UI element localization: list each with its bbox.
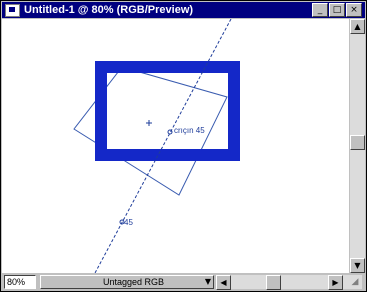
guide-anchor-point[interactable] xyxy=(167,129,173,135)
vertical-scroll-thumb[interactable] xyxy=(350,135,365,150)
scroll-up-button[interactable]: ▲ xyxy=(350,19,365,34)
vertical-scrollbar[interactable]: ▲ ▼ xyxy=(350,19,365,273)
close-button[interactable]: × xyxy=(346,3,362,17)
canvas-artwork: crıçın 45 45 xyxy=(73,19,240,273)
document-icon[interactable] xyxy=(5,3,20,17)
guide-label-bottom: 45 xyxy=(124,218,133,227)
scroll-right-button[interactable]: ▶ xyxy=(328,275,343,290)
minimize-button[interactable]: _ xyxy=(312,3,328,17)
scroll-left-button[interactable]: ◀ xyxy=(216,275,231,290)
guide-label: crıçın 45 xyxy=(174,126,205,135)
title-bar[interactable]: Untitled-1 @ 80% (RGB/Preview) _ □ × xyxy=(2,2,365,18)
window-controls: _ □ × xyxy=(312,3,362,17)
status-bar: 80% Untagged RGB ▼ ◀ ▶ ◢ xyxy=(2,274,365,290)
diagonal-guide-line[interactable] xyxy=(94,19,232,273)
horizontal-scrollbar[interactable]: ◀ ▶ ◢ xyxy=(216,275,362,290)
document-window: Untitled-1 @ 80% (RGB/Preview) _ □ × crı… xyxy=(0,0,367,292)
zoom-level-field[interactable]: 80% xyxy=(4,275,36,289)
horizontal-scroll-thumb[interactable] xyxy=(266,275,281,290)
resize-grip-icon[interactable]: ◢ xyxy=(348,275,362,289)
maximize-button[interactable]: □ xyxy=(329,3,345,17)
dropdown-arrow-icon[interactable]: ▼ xyxy=(205,276,211,288)
scroll-down-button[interactable]: ▼ xyxy=(350,258,365,273)
document-canvas[interactable]: crıçın 45 45 xyxy=(2,19,349,273)
color-profile-dropdown[interactable]: Untagged RGB ▼ xyxy=(40,275,214,289)
color-profile-label: Untagged RGB xyxy=(103,277,165,287)
window-title: Untitled-1 @ 80% (RGB/Preview) xyxy=(24,4,194,16)
